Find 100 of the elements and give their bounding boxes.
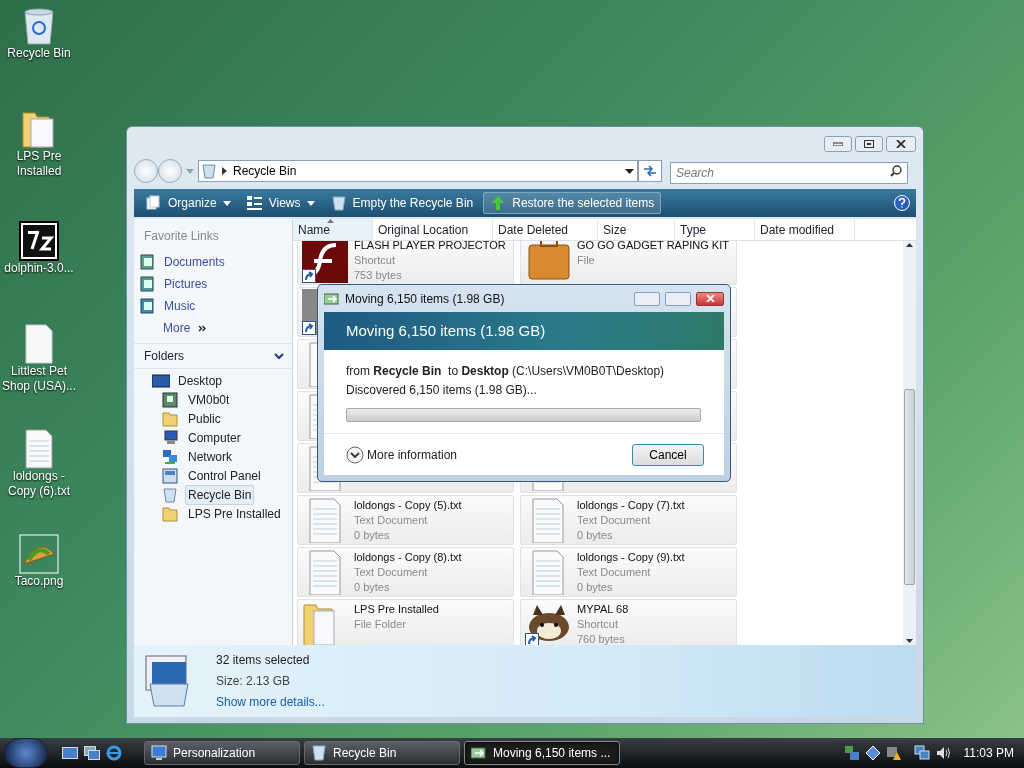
folder-tree-item[interactable]: VM0b0t [185,389,233,410]
file-type: File [577,253,596,268]
computers-icon[interactable] [913,745,930,761]
diamond-icon[interactable] [865,746,880,760]
warning-shield-icon[interactable] [885,745,902,761]
desktop-icon-label[interactable]: Taco.png [0,574,78,589]
folder-tree-item[interactable]: Computer [185,427,244,448]
file-type: Text Document [577,565,652,580]
favorite-link[interactable]: Documents [134,251,292,273]
file-tile[interactable]: loldongs - Copy (7).txt Text Document 0 bytes [520,495,737,545]
toolbar-button[interactable]: Empty the Recycle Bin [324,192,480,214]
file-tile[interactable]: loldongs - Copy (8).txt Text Document 0 bytes [297,547,514,597]
show-desktop-icon[interactable] [62,746,78,760]
browser-icon[interactable] [106,745,122,761]
network-icon[interactable] [843,745,860,761]
file-type: Text Document [354,565,429,580]
taco-picture-icon[interactable] [19,534,59,574]
file-tile[interactable]: GO GO GADGET RAPING KIT File [520,241,737,285]
show-more-details-link[interactable]: Show more details... [216,693,325,711]
close-button[interactable] [886,136,916,152]
favorite-link[interactable]: Pictures [134,273,292,295]
search-field[interactable]: Search [670,162,908,184]
documents-folder-icon [140,254,156,270]
expand-chevron-icon[interactable] [346,445,364,464]
folders-header[interactable]: Folders [134,343,292,369]
column-header[interactable]: Size [598,219,675,240]
network-icon [162,448,180,465]
file-name: loldongs - Copy (7).txt [577,498,685,513]
toolbar-button[interactable]: Views [240,192,321,214]
file-size: 753 bytes [354,268,403,283]
file-type: Text Document [577,513,652,528]
column-header[interactable]: Date modified [755,219,855,240]
file-name: loldongs - Copy (8).txt [354,550,462,565]
dialog-heading: Moving 6,150 items (1.98 GB) [346,320,546,341]
file-type: Shortcut [354,253,396,268]
more-information-toggle[interactable]: More information [367,445,458,464]
folder-tree-item[interactable]: Control Panel [185,465,264,486]
file-tile[interactable]: MYPAL 68 Shortcut 760 bytes [520,599,737,645]
toolbar-button[interactable]: Restore the selected items [483,192,662,214]
refresh-button[interactable] [638,160,662,182]
desktop-icon-label[interactable]: Littlest Pet Shop (USA)... [0,364,78,394]
move-files-icon [324,292,340,305]
file-tile[interactable]: loldongs - Copy (9).txt Text Document 0 bytes [520,547,737,597]
close-button[interactable] [696,291,724,306]
desktop-icon-label[interactable]: Recycle Bin [0,46,78,61]
speaker-icon[interactable] [935,746,952,760]
archive-icon[interactable] [19,221,59,261]
switch-windows-icon[interactable] [84,746,100,760]
file-tile[interactable]: FLASH PLAYER PROJECTOR Shortcut 753 bytes [297,241,514,285]
file-tile[interactable]: loldongs - Copy (5).txt Text Document 0 bytes [297,495,514,545]
recycle-bin-icon [202,163,216,179]
scroll-up-icon[interactable] [906,243,913,247]
column-header[interactable]: Date Deleted [493,219,598,240]
column-header[interactable]: Type [675,219,755,240]
folder-tree-item[interactable]: Network [185,446,235,467]
folder-tree-item[interactable]: LPS Pre Installed [185,503,284,524]
vertical-scrollbar[interactable] [903,241,916,645]
computer-icon [162,429,180,446]
maximize-button[interactable] [855,136,883,152]
file-type: Shortcut [577,617,619,632]
dropdown-icon[interactable] [625,168,634,174]
help-icon[interactable] [894,195,910,211]
file-size: 0 bytes [577,580,614,595]
desktop-icon [152,372,170,389]
clock[interactable]: 11:03 PM [963,744,1014,762]
column-header[interactable]: Name [293,219,373,240]
double-chevron-icon [198,324,207,332]
dialog-title: Moving 6,150 items (1.98 GB) [345,290,506,308]
more-link[interactable]: More [163,319,191,337]
views-icon [246,195,263,211]
file-size: 0 bytes [354,528,391,543]
desktop-icon-label[interactable]: LPS Pre Installed [0,149,78,179]
desktop-icon-label[interactable]: dolphin-3.0... [0,261,78,276]
cancel-button[interactable]: Cancel [632,443,704,466]
file-tile[interactable]: LPS Pre Installed File Folder [297,599,514,645]
scroll-down-icon[interactable] [906,639,913,643]
taskbar-button[interactable]: Recycle Bin [304,741,460,765]
taskbar-button[interactable]: Personalization [144,741,300,765]
toolbar-button[interactable]: Organize [140,192,237,214]
favorite-link[interactable]: Music [134,295,292,317]
file-name: loldongs - Copy (9).txt [577,550,685,565]
taskbar-button[interactable]: Moving 6,150 items ... [464,741,620,765]
close-icon [896,140,906,148]
collapse-chevron-icon [274,352,284,360]
file-size: 0 bytes [577,528,614,543]
address-bar[interactable]: Recycle Bin [198,160,638,182]
file-name: GO GO GADGET RAPING KIT [577,241,729,253]
monitor-icon [151,745,167,761]
file-size: 760 bytes [577,632,626,645]
folder-tree-item[interactable]: Public [185,408,224,429]
flash-logo-icon [302,241,348,283]
column-header[interactable]: Original Location [373,219,493,240]
start-button[interactable] [4,738,48,768]
music-folder-icon [140,298,156,314]
folder-tree-item[interactable]: Desktop [175,370,226,391]
desktop-icon-label[interactable]: loldongs - Copy (6).txt [0,469,78,499]
scrollbar-thumb[interactable] [904,389,915,585]
file-name: LPS Pre Installed [354,602,439,617]
folders-heading: Folders [144,348,184,365]
folder-tree-item[interactable]: Recycle Bin [185,484,255,505]
